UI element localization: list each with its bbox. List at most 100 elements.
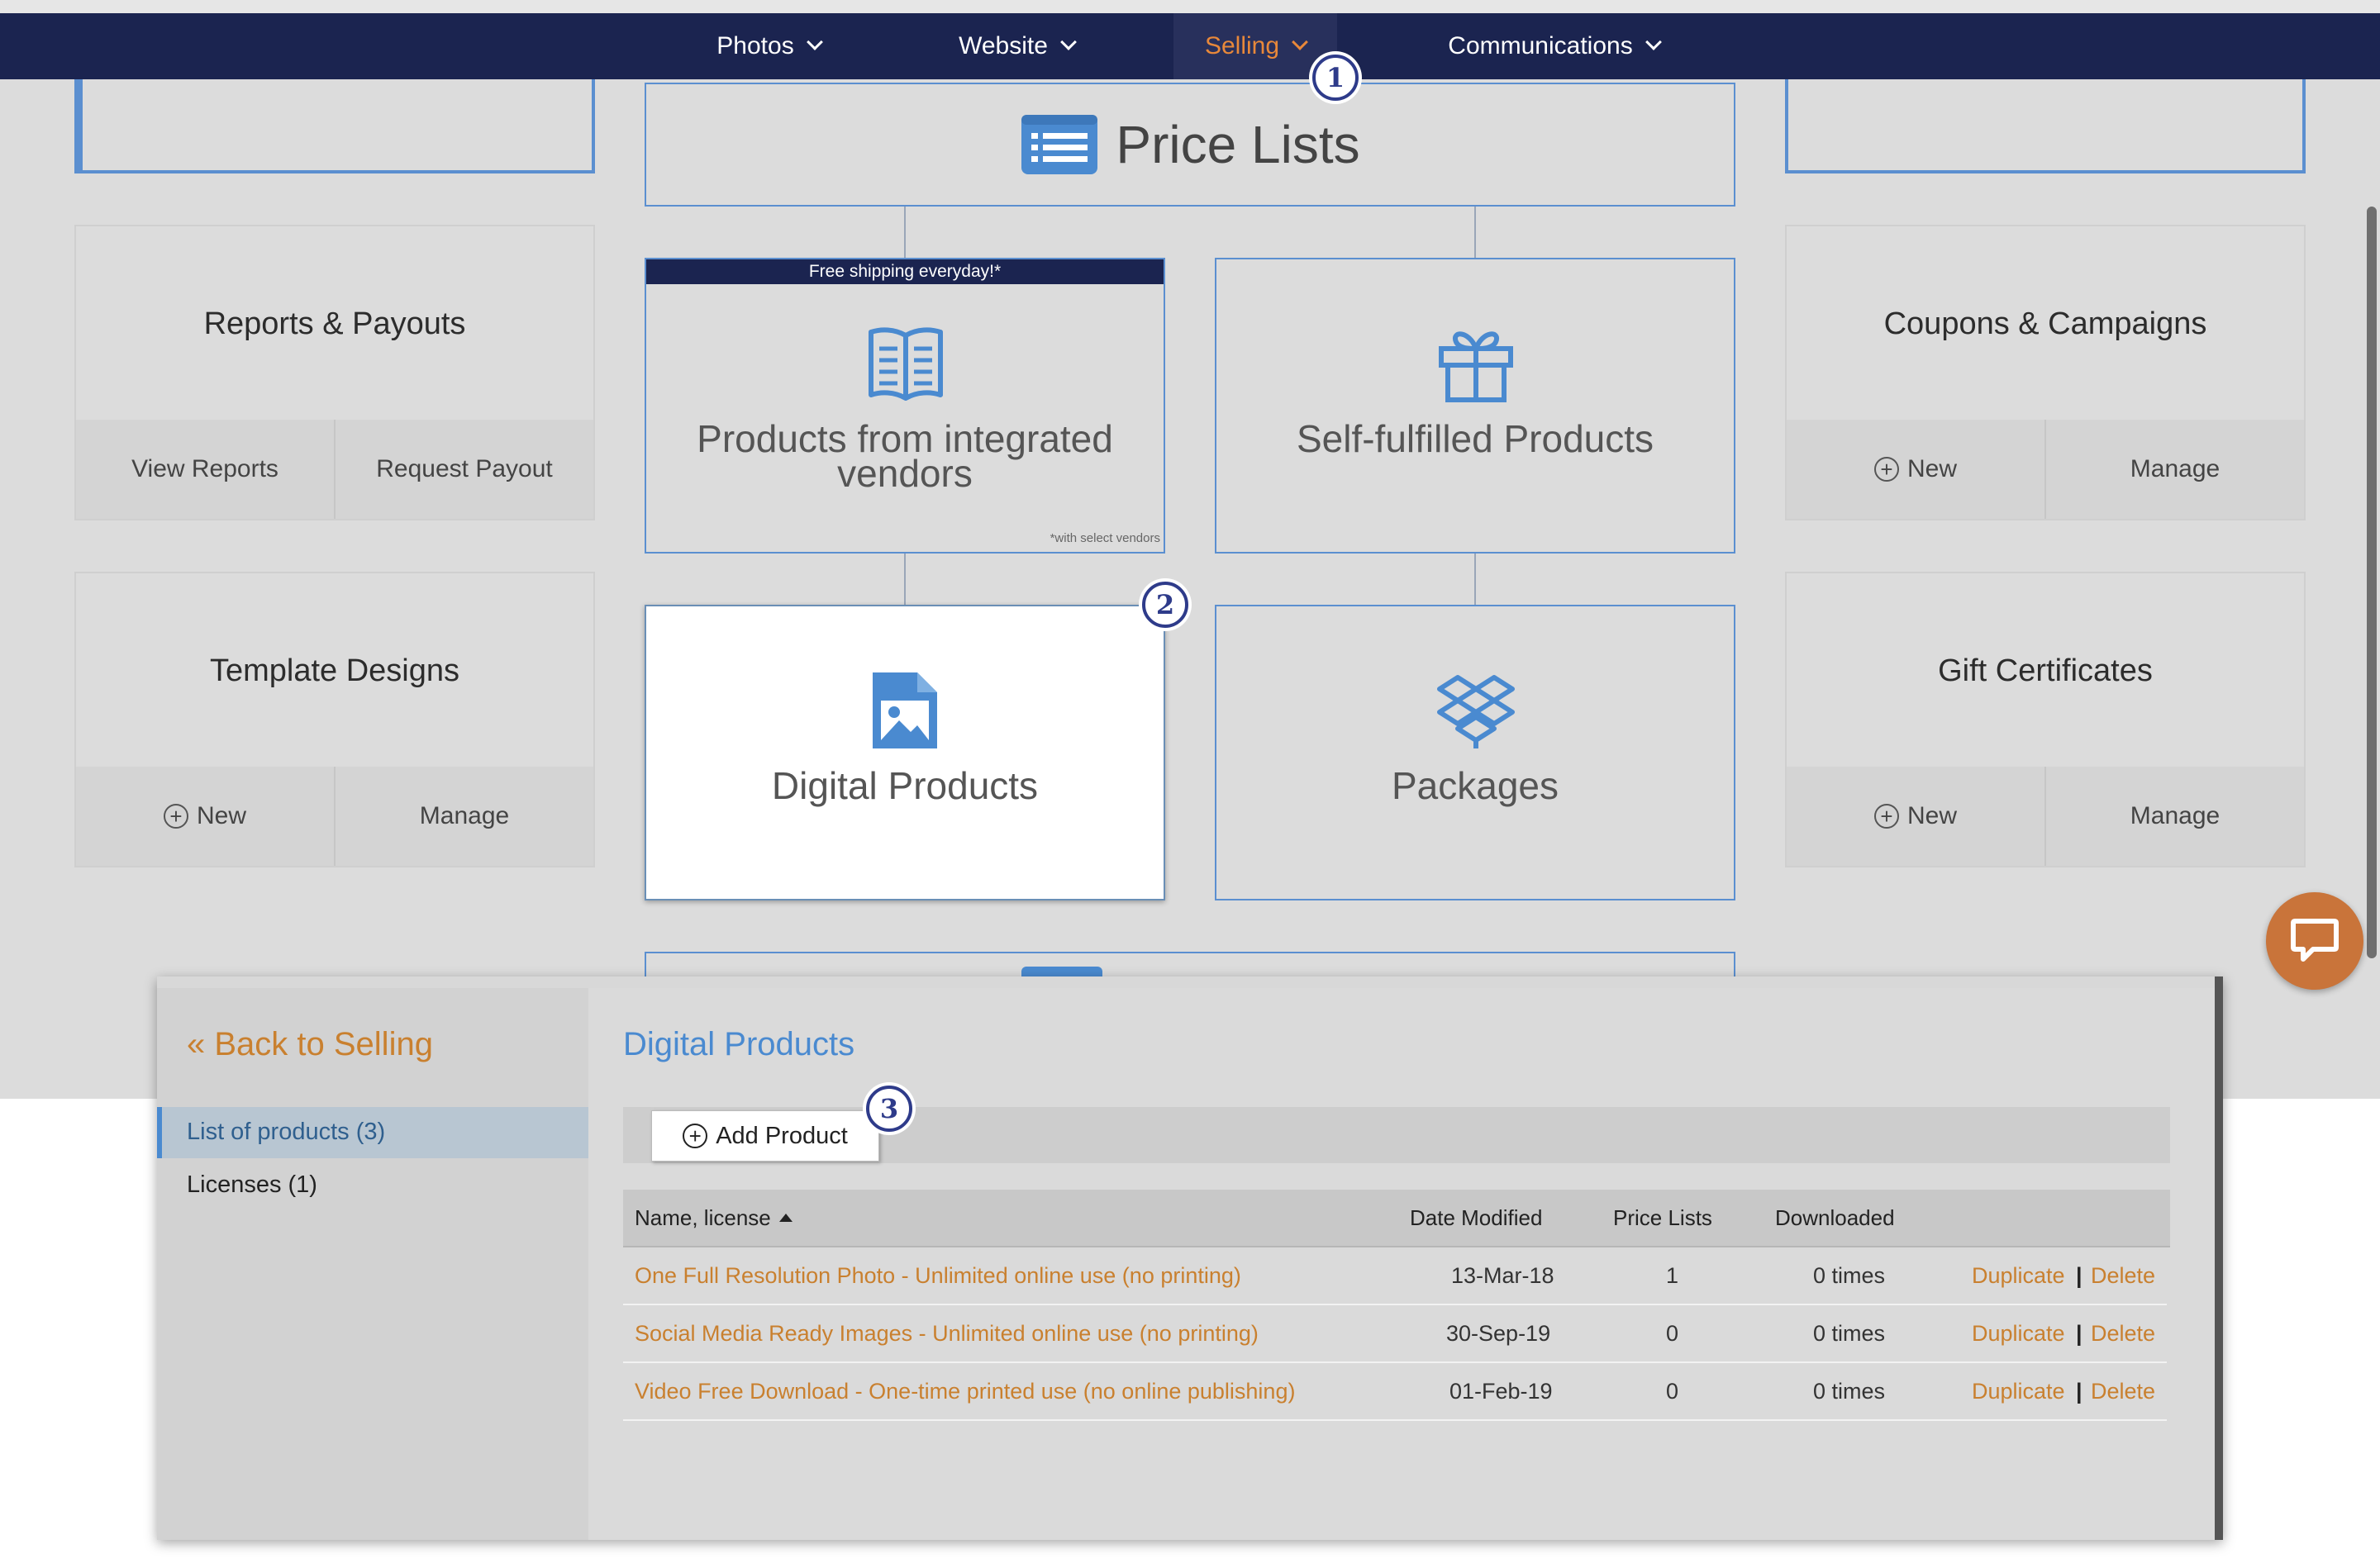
plus-circle-icon: +	[163, 804, 188, 829]
gift-certificates-title: Gift Certificates	[1938, 653, 2153, 688]
row-price-lists: 0	[1666, 1378, 1679, 1404]
product-name-link[interactable]: Video Free Download - One-time printed u…	[635, 1363, 1295, 1419]
request-payout-label: Request Payout	[376, 455, 553, 482]
list-icon	[1021, 115, 1098, 174]
self-fulfilled-label: Self-fulfilled Products	[1296, 417, 1654, 460]
chat-bubble-icon	[2291, 919, 2339, 962]
template-designs-title: Template Designs	[209, 653, 460, 688]
row-downloaded: 0 times	[1813, 1262, 1886, 1288]
nav-communications-label: Communications	[1448, 32, 1633, 59]
coupons-campaigns-card: Coupons & Campaigns + New Manage	[1785, 225, 2306, 520]
top-left-partial-card[interactable]	[74, 79, 595, 173]
manage-gifts-label: Manage	[2130, 802, 2221, 829]
chevron-down-icon	[806, 34, 823, 50]
col-downloaded-header[interactable]: Downloaded	[1775, 1190, 1895, 1246]
new-coupon-label: New	[1906, 455, 1957, 482]
delete-link[interactable]: Delete	[2091, 1247, 2155, 1304]
sidebar-item-products[interactable]: List of products (3)	[157, 1107, 588, 1158]
product-name-link[interactable]: Social Media Ready Images - Unlimited on…	[635, 1305, 1259, 1361]
products-table: Name, license Date Modified Price Lists …	[623, 1190, 2170, 1520]
manage-gifts-button[interactable]: Manage	[2044, 767, 2304, 866]
row-downloaded: 0 times	[1813, 1378, 1886, 1404]
link-separator: |	[2076, 1320, 2082, 1346]
nav-selling[interactable]: Selling	[1173, 13, 1337, 79]
row-date: 30-Sep-19	[1446, 1320, 1551, 1346]
connector-line	[904, 554, 906, 605]
back-to-selling-link[interactable]: « Back to Selling	[187, 1026, 433, 1063]
row-price-lists: 1	[1666, 1262, 1679, 1288]
digital-products-card[interactable]: Digital Products	[645, 605, 1165, 900]
free-shipping-banner: Free shipping everyday!*	[646, 259, 1164, 284]
product-name-link[interactable]: One Full Resolution Photo - Unlimited on…	[635, 1247, 1241, 1304]
integrated-vendors-card[interactable]: Free shipping everyday!* Products from i…	[645, 258, 1165, 554]
row-price-lists: 0	[1666, 1320, 1679, 1346]
delete-link[interactable]: Delete	[2091, 1305, 2155, 1361]
page-scrollbar[interactable]	[2367, 207, 2377, 958]
duplicate-link[interactable]: Duplicate	[1972, 1363, 2065, 1419]
sidebar-item-licenses[interactable]: Licenses (1)	[157, 1158, 588, 1209]
dropbox-icon	[1437, 675, 1515, 748]
plus-circle-icon: +	[1873, 457, 1899, 482]
top-right-partial-card[interactable]	[1785, 79, 2306, 173]
manage-templates-button[interactable]: Manage	[334, 767, 593, 866]
manage-coupons-button[interactable]: Manage	[2044, 420, 2304, 519]
sidebar-item-licenses-label: Licenses (1)	[187, 1171, 317, 1198]
coupons-actions: + New Manage	[1787, 420, 2304, 519]
col-date-header[interactable]: Date Modified	[1410, 1190, 1542, 1246]
new-template-label: New	[196, 802, 246, 829]
reports-payouts-title: Reports & Payouts	[203, 306, 466, 341]
nav-photos[interactable]: Photos	[686, 13, 851, 79]
book-icon	[869, 327, 943, 401]
table-row: One Full Resolution Photo - Unlimited on…	[623, 1247, 2167, 1305]
nav-selling-label: Selling	[1204, 32, 1280, 59]
chevron-down-icon	[1645, 34, 1662, 50]
template-designs-card: Template Designs + New Manage	[74, 572, 595, 867]
new-template-button[interactable]: + New	[76, 767, 334, 866]
row-date: 01-Feb-19	[1449, 1378, 1553, 1404]
delete-link[interactable]: Delete	[2091, 1363, 2155, 1419]
plus-circle-icon: +	[683, 1124, 708, 1148]
vendors-footnote: *with select vendors	[1050, 531, 1160, 545]
row-downloaded: 0 times	[1813, 1320, 1886, 1346]
view-reports-button[interactable]: View Reports	[76, 420, 334, 519]
table-row: Video Free Download - One-time printed u…	[623, 1363, 2167, 1421]
coupons-campaigns-title: Coupons & Campaigns	[1883, 306, 2207, 341]
duplicate-link[interactable]: Duplicate	[1972, 1247, 2065, 1304]
integrated-vendors-label: Products from integrated vendors	[697, 417, 1113, 495]
top-strip	[0, 0, 2380, 13]
new-gift-button[interactable]: + New	[1787, 767, 2044, 866]
sidebar-item-products-label: List of products (3)	[187, 1119, 386, 1145]
nav-website[interactable]: Website	[934, 13, 1099, 79]
main-nav: Photos Website Selling Communications	[0, 13, 2380, 79]
gift-actions: + New Manage	[1787, 767, 2304, 866]
digital-products-label: Digital Products	[771, 764, 1039, 807]
price-lists-title: Price Lists	[1116, 115, 1360, 174]
manage-templates-label: Manage	[419, 802, 510, 829]
chevron-down-icon	[1060, 34, 1077, 50]
connector-line	[1474, 207, 1476, 258]
packages-label: Packages	[1391, 764, 1559, 807]
new-coupon-button[interactable]: + New	[1787, 420, 2044, 519]
nav-website-label: Website	[959, 32, 1048, 59]
panel-sidebar: « Back to Selling List of products (3) L…	[157, 988, 588, 1540]
add-product-button[interactable]: + Add Product	[651, 1110, 879, 1162]
request-payout-button[interactable]: Request Payout	[334, 420, 593, 519]
packages-card[interactable]: Packages	[1215, 605, 1735, 900]
chat-button[interactable]	[2266, 892, 2363, 990]
reports-payouts-card: Reports & Payouts View Reports Request P…	[74, 225, 595, 520]
connector-line	[1474, 554, 1476, 605]
add-product-label: Add Product	[716, 1122, 848, 1149]
duplicate-link[interactable]: Duplicate	[1972, 1305, 2065, 1361]
col-price-lists-header[interactable]: Price Lists	[1613, 1190, 1712, 1246]
link-separator: |	[2076, 1378, 2082, 1404]
new-gift-label: New	[1906, 802, 1957, 829]
col-name-header[interactable]: Name, license	[635, 1190, 793, 1246]
step-marker-2: 2	[1142, 582, 1188, 628]
row-date: 13-Mar-18	[1451, 1262, 1554, 1288]
manage-coupons-label: Manage	[2130, 455, 2221, 482]
digital-products-panel: « Back to Selling List of products (3) L…	[157, 976, 2223, 1540]
self-fulfilled-card[interactable]: Self-fulfilled Products	[1215, 258, 1735, 554]
nav-photos-label: Photos	[716, 32, 794, 59]
view-reports-label: View Reports	[131, 455, 278, 482]
nav-communications[interactable]: Communications	[1421, 13, 1686, 79]
